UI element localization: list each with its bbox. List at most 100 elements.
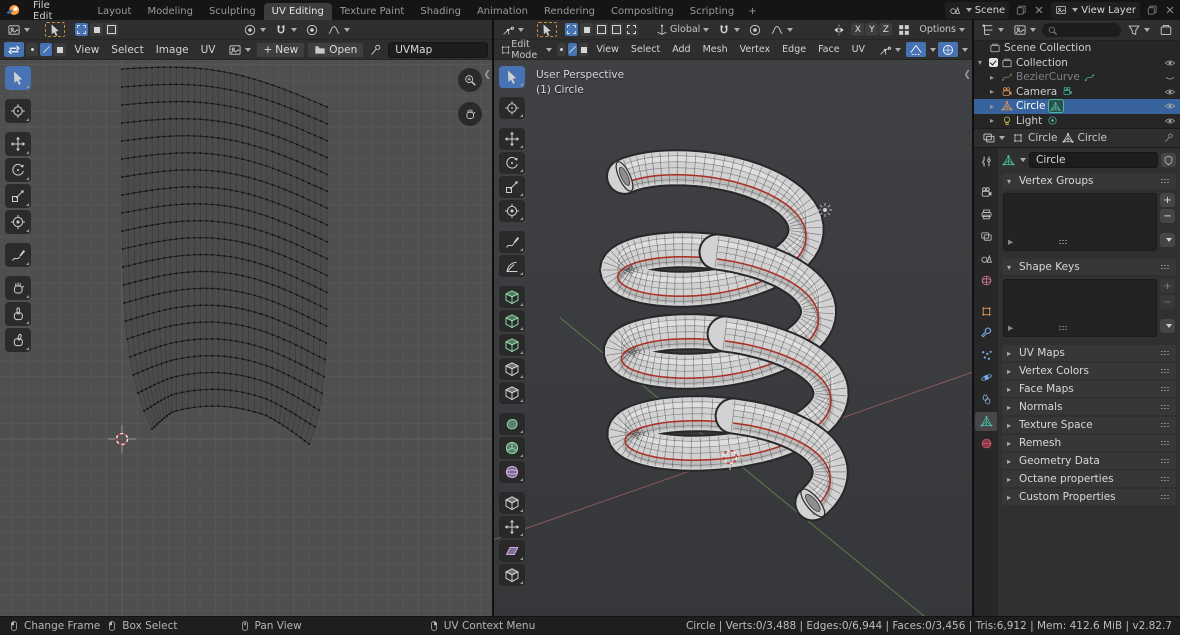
- uv-tool-select-box[interactable]: [5, 66, 31, 90]
- list-filter-arrow[interactable]: ▸: [1008, 236, 1013, 248]
- vp-select-mode-new[interactable]: [565, 23, 578, 36]
- vp-menu-vertex[interactable]: Vertex: [734, 40, 777, 59]
- properties-tab-data[interactable]: [975, 412, 997, 431]
- panel-header-normals[interactable]: ▸Normals: [1002, 399, 1176, 415]
- panel-header-face-maps[interactable]: ▸Face Maps: [1002, 381, 1176, 397]
- vp-transform-orientation-dropdown[interactable]: Global: [652, 22, 712, 37]
- panel-header-vertex-colors[interactable]: ▸Vertex Colors: [1002, 363, 1176, 379]
- properties-tab-object[interactable]: [975, 302, 997, 321]
- outliner-row-circle[interactable]: ▸ Circle: [974, 99, 1180, 114]
- vp-tool-bevel[interactable]: [499, 334, 525, 356]
- properties-tab-constraints[interactable]: [975, 390, 997, 409]
- vp-tool-extrude-region[interactable]: [499, 286, 525, 308]
- uv-region-collapse-arrow[interactable]: ❮: [483, 70, 491, 80]
- panel-header-uv-maps[interactable]: ▸UV Maps: [1002, 345, 1176, 361]
- vp-edge-select-mode[interactable]: [568, 43, 577, 56]
- collection-checkbox[interactable]: [989, 58, 998, 67]
- vp-tool-knife[interactable]: [499, 382, 525, 404]
- vp-tool-poly-build[interactable]: [499, 413, 525, 435]
- uv-menu-image[interactable]: Image: [150, 40, 195, 59]
- properties-editor-type-button[interactable]: [979, 131, 1008, 146]
- scene-selector[interactable]: Scene: [945, 2, 1010, 19]
- expand-arrow[interactable]: ▸: [990, 73, 998, 82]
- properties-tab-view-layer[interactable]: [975, 227, 997, 246]
- vp-menu-view[interactable]: View: [590, 40, 625, 59]
- panel-header-remesh[interactable]: ▸Remesh: [1002, 435, 1176, 451]
- uv-tool-rotate[interactable]: [5, 158, 31, 182]
- outliner-row-beziercurve[interactable]: ▸ BezierCurve: [974, 70, 1180, 85]
- vp-mirror-y-toggle[interactable]: Y: [865, 23, 878, 36]
- vp-tool-smooth[interactable]: [499, 461, 525, 483]
- tab-shading[interactable]: Shading: [412, 3, 469, 20]
- uv-proportional-editing-button[interactable]: [302, 22, 322, 37]
- add-workspace-button[interactable]: +: [742, 3, 762, 20]
- panel-header-custom-properties[interactable]: ▸Custom Properties: [1002, 489, 1176, 505]
- tab-modeling[interactable]: Modeling: [139, 3, 201, 20]
- vp-menu-mesh[interactable]: Mesh: [697, 40, 734, 59]
- camera-data-badge[interactable]: [1060, 86, 1074, 98]
- light-data-badge[interactable]: [1045, 115, 1059, 127]
- vp-face-select-mode[interactable]: [579, 43, 588, 56]
- curve-data-badge[interactable]: [1083, 71, 1097, 83]
- visibility-eye-icon[interactable]: [1164, 86, 1176, 98]
- tab-sculpting[interactable]: Sculpting: [201, 3, 264, 20]
- vp-tool-transform[interactable]: [499, 200, 525, 222]
- blender-logo-icon[interactable]: [0, 0, 26, 20]
- vp-show-overlays-toggle[interactable]: [906, 42, 926, 57]
- uv-pan-button[interactable]: [458, 102, 482, 126]
- uv-canvas[interactable]: ❮: [0, 60, 492, 616]
- outliner-row-collection[interactable]: ▾ Collection: [974, 56, 1180, 71]
- vp-show-gizmo-dropdown[interactable]: [875, 42, 904, 57]
- uv-vertex-select-mode[interactable]: [26, 43, 38, 56]
- uv-tool-pinch[interactable]: [5, 328, 31, 352]
- vp-tool-rip-region[interactable]: [499, 564, 525, 586]
- vp-select-mode-subtract[interactable]: [595, 23, 608, 36]
- mesh-data-badge[interactable]: [1049, 100, 1063, 112]
- vp-tool-shrink-fatten[interactable]: [499, 516, 525, 538]
- vp-active-tool-button[interactable]: [537, 22, 557, 37]
- fake-user-shield-button[interactable]: [1161, 153, 1176, 167]
- list-remove-button[interactable]: −: [1160, 209, 1175, 223]
- uv-menu-view[interactable]: View: [68, 40, 105, 59]
- expand-arrow[interactable]: ▸: [990, 116, 998, 125]
- outliner-filter-button[interactable]: [1124, 23, 1153, 38]
- vp-tool-cursor[interactable]: [499, 97, 525, 119]
- tab-animation[interactable]: Animation: [469, 3, 536, 20]
- vp-tool-spin[interactable]: [499, 437, 525, 459]
- list-add-button[interactable]: +: [1160, 279, 1175, 293]
- properties-tab-world[interactable]: [975, 271, 997, 290]
- list-add-button[interactable]: +: [1160, 193, 1175, 207]
- properties-tab-scene[interactable]: [975, 249, 997, 268]
- expand-arrow[interactable]: ▸: [990, 87, 998, 96]
- panel-header-shape-keys[interactable]: ▾Shape Keys: [1002, 259, 1176, 275]
- properties-pin-icon[interactable]: [1163, 132, 1175, 144]
- uv-pivot-point-button[interactable]: [240, 22, 269, 37]
- panel-list-box[interactable]: ▸: [1003, 193, 1157, 251]
- list-specials-button[interactable]: [1160, 319, 1175, 333]
- uv-tool-cursor[interactable]: [5, 99, 31, 123]
- properties-tab-tool[interactable]: [975, 152, 997, 171]
- uv-tool-move[interactable]: [5, 132, 31, 156]
- view-layer-delete-button[interactable]: [1164, 4, 1176, 16]
- collection-visibility-eye-icon[interactable]: [1164, 57, 1176, 69]
- properties-tab-modifiers[interactable]: [975, 324, 997, 343]
- collection-expand-arrow[interactable]: ▾: [978, 58, 986, 67]
- vp-tool-loop-cut[interactable]: [499, 358, 525, 380]
- tab-layout[interactable]: Layout: [89, 3, 139, 20]
- vp-menu-edge[interactable]: Edge: [776, 40, 812, 59]
- uv-select-mode-extend[interactable]: [90, 23, 103, 36]
- vp-snap-target-dropdown[interactable]: [714, 22, 743, 37]
- panel-header-texture-space[interactable]: ▸Texture Space: [1002, 417, 1176, 433]
- vp-tool-select-box[interactable]: [499, 66, 525, 88]
- uv-image-browse-button[interactable]: [225, 42, 254, 57]
- vp-select-mode-intersect[interactable]: [625, 23, 638, 36]
- vp-menu-uv[interactable]: UV: [846, 40, 871, 59]
- uv-new-image-button[interactable]: + New: [256, 42, 305, 58]
- uv-sync-selection-toggle[interactable]: [4, 42, 24, 57]
- properties-tab-render[interactable]: [975, 183, 997, 202]
- uv-active-tool-button[interactable]: [45, 22, 65, 37]
- uv-tool-scale[interactable]: [5, 184, 31, 208]
- uv-proportional-falloff-button[interactable]: [324, 22, 353, 37]
- outliner-row-camera[interactable]: ▸ Camera: [974, 85, 1180, 100]
- uv-tool-grab[interactable]: [5, 276, 31, 300]
